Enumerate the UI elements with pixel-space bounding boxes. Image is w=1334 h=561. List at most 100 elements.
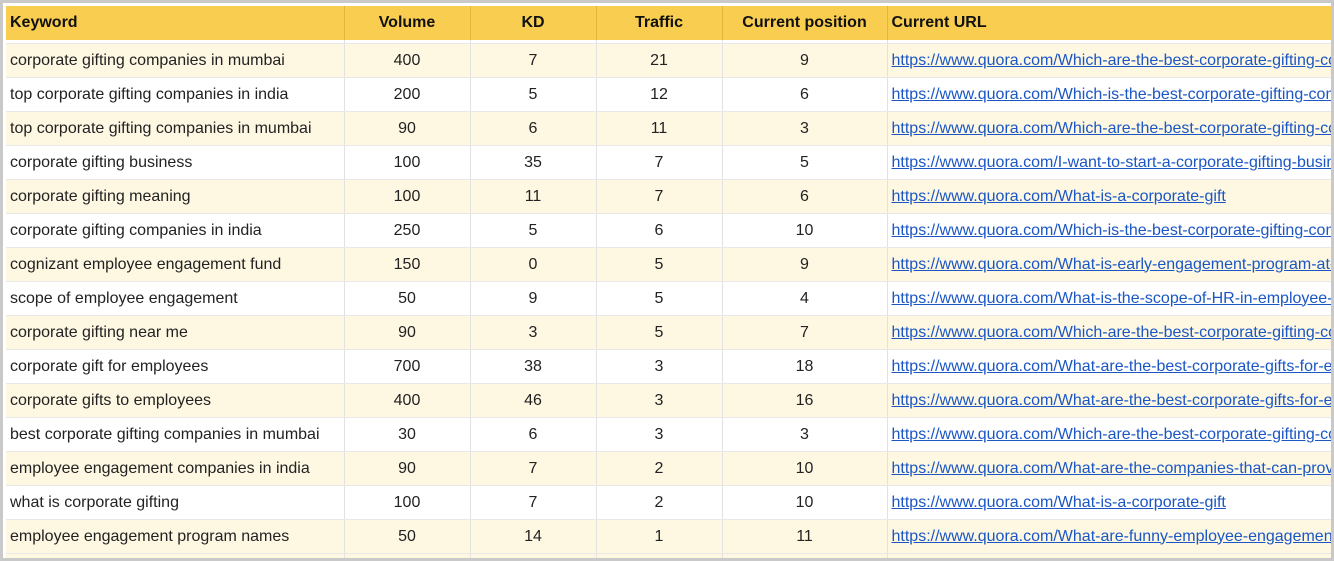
traffic-cell[interactable]: 3 xyxy=(596,383,723,418)
table-row[interactable]: scope of employee engagement 50 9 5 4 https:/… xyxy=(6,281,1332,316)
url-cell[interactable]: https://www.quora.com/Which-are-the-best… xyxy=(887,43,1331,78)
header-traffic[interactable]: Traffic xyxy=(596,6,723,40)
traffic-cell[interactable]: 5 xyxy=(596,247,723,282)
traffic-cell[interactable]: 5 xyxy=(596,281,723,316)
table-row[interactable]: corporate gifting near me 90 3 5 7 https://ww… xyxy=(6,315,1332,350)
url-cell[interactable]: https://www.quora.com/Which-are-the-best… xyxy=(887,315,1332,350)
traffic-cell[interactable]: 21 xyxy=(596,43,723,78)
keyword-cell[interactable]: cognizant employee engagement fund xyxy=(6,247,345,282)
traffic-cell[interactable]: 11 xyxy=(596,111,723,146)
url-cell[interactable]: https://www.quora.com/I-want-to-start-a-… xyxy=(887,145,1331,180)
url-link[interactable]: https://www.quora.com/What-are-the-best-… xyxy=(892,392,1332,409)
kd-cell[interactable]: 0 xyxy=(470,247,597,282)
volume-cell[interactable]: 150 xyxy=(344,247,471,282)
traffic-cell[interactable]: 3 xyxy=(596,349,723,384)
position-cell[interactable]: 6 xyxy=(722,179,888,214)
position-cell[interactable]: 5 xyxy=(722,145,888,180)
url-link[interactable]: https://www.quora.com/Which-are-the-best… xyxy=(892,324,1332,341)
url-cell[interactable]: https://www.quora.com/Which-are-the-best… xyxy=(887,417,1332,452)
url-link[interactable]: https://www.quora.com/What-are-funny-emp… xyxy=(892,528,1332,545)
kd-cell[interactable]: 35 xyxy=(470,145,597,180)
volume-cell[interactable]: 90 xyxy=(344,111,471,146)
keyword-cell[interactable]: what is corporate gifting xyxy=(6,485,345,520)
kd-cell[interactable]: 5 xyxy=(470,77,597,112)
url-link[interactable]: https://www.quora.com/What-is-the-scope-… xyxy=(892,290,1332,307)
table-row[interactable]: what is corporate gifting 100 7 2 10 https://… xyxy=(6,485,1331,520)
volume-cell[interactable]: 50 xyxy=(344,281,471,316)
position-cell[interactable]: 3 xyxy=(722,111,888,146)
position-cell[interactable]: 10 xyxy=(722,485,888,520)
header-volume[interactable]: Volume xyxy=(344,6,471,40)
traffic-cell[interactable]: 5 xyxy=(596,315,723,350)
url-cell[interactable]: https://www.quora.com/What-is-the-scope-… xyxy=(887,281,1332,316)
table-row[interactable]: corporate gifting companies in mumbai 400… xyxy=(6,43,1331,78)
traffic-cell[interactable]: 3 xyxy=(596,417,723,452)
position-cell[interactable]: 4 xyxy=(722,281,888,316)
header-kd[interactable]: KD xyxy=(470,6,597,40)
traffic-cell[interactable]: 2 xyxy=(596,451,723,486)
volume-cell[interactable]: 200 xyxy=(344,77,471,112)
keyword-cell[interactable]: top corporate gifting companies in mumba… xyxy=(6,111,345,146)
url-link[interactable]: https://www.quora.com/What-is-a-corporat… xyxy=(892,494,1226,511)
kd-cell[interactable]: 3 xyxy=(470,315,597,350)
url-cell[interactable]: https://www.quora.com/Which-is-the-best-… xyxy=(887,77,1331,112)
url-cell[interactable]: https://www.quora.com/Which-is-the-best-… xyxy=(887,213,1331,248)
position-cell[interactable]: 10 xyxy=(722,213,888,248)
position-cell[interactable]: 3 xyxy=(722,417,888,452)
kd-cell[interactable]: 7 xyxy=(470,451,597,486)
url-link[interactable]: https://www.quora.com/What-is-a-corporat… xyxy=(892,188,1226,205)
table-row[interactable]: best corporate gifting companies in mumb… xyxy=(6,417,1332,452)
traffic-cell[interactable]: 6 xyxy=(596,213,723,248)
table-row[interactable]: cognizant employee engagement fund 150 0 5 9… xyxy=(6,247,1331,282)
url-cell[interactable]: https://www.quora.com/What-is-a-corporat… xyxy=(887,485,1331,520)
volume-cell[interactable]: 400 xyxy=(344,43,471,78)
position-cell[interactable]: 9 xyxy=(722,43,888,78)
traffic-cell[interactable]: 7 xyxy=(596,179,723,214)
volume-cell[interactable]: 100 xyxy=(344,145,471,180)
keyword-cell[interactable]: corporate gifting meaning xyxy=(6,179,345,214)
kd-cell[interactable]: 5 xyxy=(470,213,597,248)
keyword-cell[interactable]: corporate gifting near me xyxy=(6,315,345,350)
table-row[interactable]: corporate gifting companies in india 250 5… xyxy=(6,213,1331,248)
position-cell[interactable]: 11 xyxy=(722,519,888,554)
volume-cell[interactable]: 250 xyxy=(344,213,471,248)
kd-cell[interactable]: 6 xyxy=(470,111,597,146)
volume-cell[interactable]: 100 xyxy=(344,485,471,520)
kd-cell[interactable]: 7 xyxy=(470,43,597,78)
url-cell[interactable]: https://www.quora.com/What-are-the-best-… xyxy=(887,383,1332,418)
keyword-cell[interactable]: employee engagement program names xyxy=(6,519,345,554)
keyword-cell[interactable]: corporate gifting companies in india xyxy=(6,213,345,248)
keyword-cell[interactable]: employee engagement companies in india xyxy=(6,451,345,486)
position-cell[interactable]: 18 xyxy=(722,349,888,384)
kd-cell[interactable]: 11 xyxy=(470,179,597,214)
keyword-cell[interactable]: corporate gifting business xyxy=(6,145,345,180)
table-row[interactable]: corporate gifting business 100 35 7 5 https:/… xyxy=(6,145,1331,180)
url-link[interactable]: https://www.quora.com/Which-are-the-best… xyxy=(892,426,1332,443)
keyword-cell[interactable]: corporate gifts to employees xyxy=(6,383,345,418)
url-link[interactable]: https://www.quora.com/What-are-the-best-… xyxy=(892,358,1332,375)
kd-cell[interactable]: 46 xyxy=(470,383,597,418)
kd-cell[interactable]: 9 xyxy=(470,281,597,316)
table-row[interactable]: corporate gifting meaning 100 11 7 6 https://… xyxy=(6,179,1331,214)
kd-cell[interactable]: 7 xyxy=(470,485,597,520)
traffic-cell[interactable]: 12 xyxy=(596,77,723,112)
table-row[interactable]: employee engagement companies in india 90… xyxy=(6,451,1332,486)
keyword-cell[interactable]: corporate gifting companies in mumbai xyxy=(6,43,345,78)
table-row[interactable]: top corporate gifting companies in mumba… xyxy=(6,111,1331,146)
volume-cell[interactable]: 90 xyxy=(344,315,471,350)
url-link[interactable]: https://www.quora.com/What-are-the-compa… xyxy=(892,460,1332,477)
position-cell[interactable]: 7 xyxy=(722,315,888,350)
kd-cell[interactable]: 6 xyxy=(470,417,597,452)
header-keyword[interactable]: Keyword xyxy=(6,6,345,40)
position-cell[interactable]: 10 xyxy=(722,451,888,486)
url-cell[interactable]: https://www.quora.com/What-are-funny-emp… xyxy=(887,519,1332,554)
volume-cell[interactable]: 100 xyxy=(344,179,471,214)
position-cell[interactable]: 9 xyxy=(722,247,888,282)
url-cell[interactable]: https://www.quora.com/What-is-early-enga… xyxy=(887,247,1331,282)
volume-cell[interactable]: 30 xyxy=(344,417,471,452)
table-row[interactable]: corporate gift for employees 700 38 3 18 http… xyxy=(6,349,1332,384)
table-row[interactable]: employee engagement program names 50 14 1 11… xyxy=(6,519,1332,554)
volume-cell[interactable]: 400 xyxy=(344,383,471,418)
position-cell[interactable]: 6 xyxy=(722,77,888,112)
traffic-cell[interactable]: 1 xyxy=(596,519,723,554)
